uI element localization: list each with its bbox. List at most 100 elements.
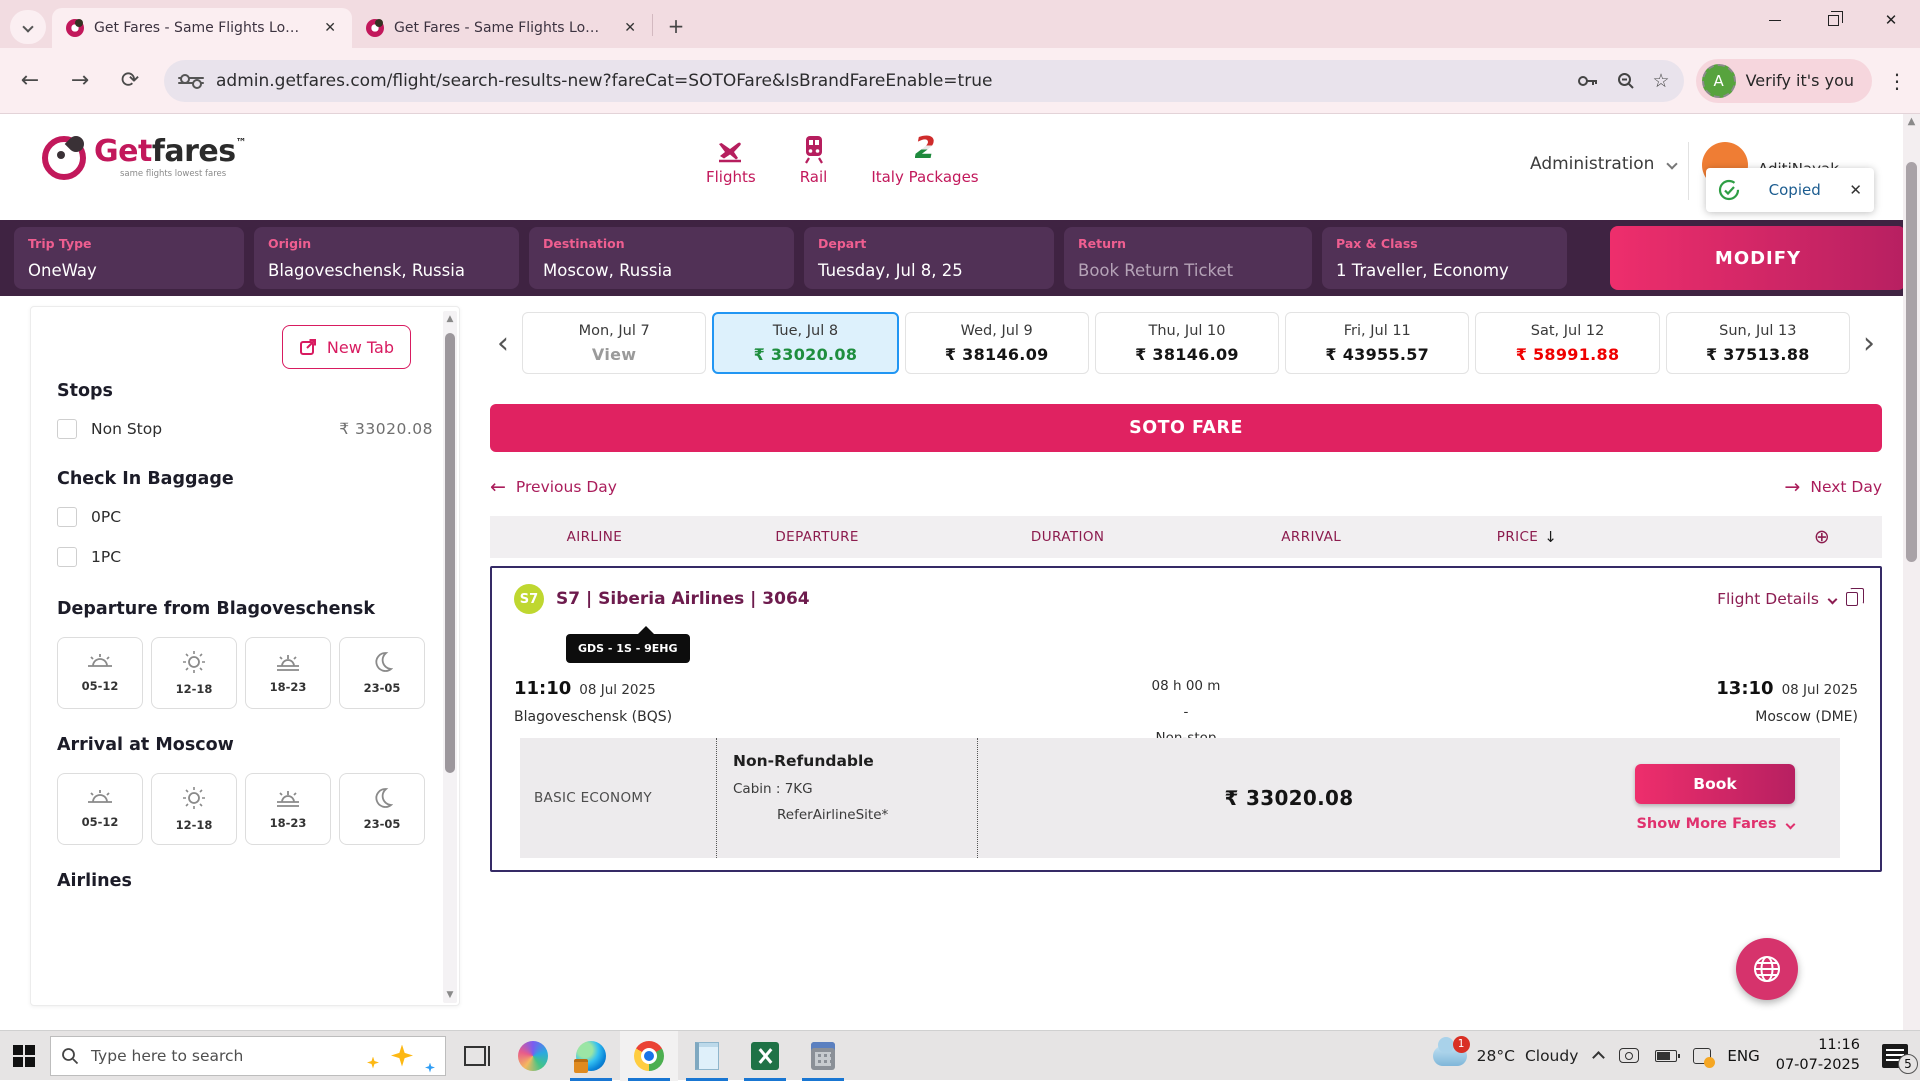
tab-search-button[interactable]: [10, 10, 46, 44]
field-destination[interactable]: Destination Moscow, Russia: [529, 227, 794, 289]
clock[interactable]: 11:16 07-07-2025: [1776, 1036, 1860, 1075]
field-pax-class[interactable]: Pax & Class 1 Traveller, Economy: [1322, 227, 1567, 289]
browser-tab-inactive[interactable]: Get Fares - Same Flights Lowest ✕: [352, 8, 652, 48]
date: 07-07-2025: [1776, 1056, 1860, 1076]
copy-icon[interactable]: [1846, 592, 1858, 606]
scroll-up-icon[interactable]: ▲: [443, 311, 457, 327]
date-card-sat[interactable]: Sat, Jul 12 ₹ 58991.88: [1475, 312, 1659, 374]
excel-button[interactable]: [736, 1031, 794, 1081]
scroll-up-icon[interactable]: ▲: [1903, 116, 1920, 127]
nav-item-rail[interactable]: Rail: [800, 130, 828, 186]
chevron-down-icon: [22, 21, 33, 32]
restore-button[interactable]: [1804, 0, 1862, 40]
battery-icon[interactable]: [1655, 1050, 1677, 1062]
browser-menu-button[interactable]: ⋮: [1882, 61, 1912, 101]
duration: 08 h 00 m: [971, 678, 1401, 694]
date-card-mon[interactable]: Mon, Jul 7 View: [522, 312, 706, 374]
date-card-fri[interactable]: Fri, Jul 11 ₹ 43955.57: [1285, 312, 1469, 374]
language-indicator[interactable]: ENG: [1727, 1047, 1759, 1065]
notepad-button[interactable]: [678, 1031, 736, 1081]
address-bar[interactable]: admin.getfares.com/flight/search-results…: [164, 60, 1684, 102]
url-text[interactable]: admin.getfares.com/flight/search-results…: [216, 71, 1559, 91]
forward-button[interactable]: →: [60, 61, 100, 101]
sidebar-scrollbar[interactable]: ▲ ▼: [443, 311, 457, 1003]
windows-taskbar: Type here to search 1 28°C Cloudy ENG 11…: [0, 1030, 1920, 1080]
sunset-icon: [274, 652, 302, 672]
slot-night[interactable]: 23-05: [339, 773, 425, 845]
sync-alert-icon[interactable]: [1693, 1048, 1711, 1064]
back-button[interactable]: ←: [10, 61, 50, 101]
checkbox[interactable]: [57, 507, 77, 527]
col-price-sort[interactable]: PRICE ↓: [1423, 528, 1632, 546]
scroll-down-icon[interactable]: ▼: [443, 987, 457, 1003]
reload-button[interactable]: ⟳: [110, 61, 150, 101]
add-column-icon[interactable]: ⊕: [1762, 526, 1882, 548]
notification-badge: 5: [1898, 1054, 1918, 1074]
edge-icon: [576, 1041, 606, 1071]
nav-item-flights[interactable]: Flights: [706, 130, 756, 186]
close-window-button[interactable]: ✕: [1862, 0, 1920, 40]
tab-divider: [652, 14, 653, 36]
show-more-fares-link[interactable]: Show More Fares: [1636, 816, 1793, 832]
slot-afternoon[interactable]: 12-18: [151, 637, 237, 709]
checkbox[interactable]: [57, 547, 77, 567]
start-button[interactable]: [0, 1031, 48, 1081]
notification-center-button[interactable]: 5: [1882, 1044, 1908, 1068]
verify-profile-button[interactable]: A Verify it's you: [1696, 59, 1872, 103]
tab-close-icon[interactable]: ✕: [320, 18, 340, 38]
new-tab-button[interactable]: +: [661, 11, 691, 41]
slot-morning[interactable]: 05-12: [57, 637, 143, 709]
field-trip-type[interactable]: Trip Type OneWay: [14, 227, 244, 289]
field-return[interactable]: Return Book Return Ticket: [1064, 227, 1312, 289]
edge-button[interactable]: [562, 1031, 620, 1081]
scrollbar-thumb[interactable]: [1906, 162, 1917, 562]
getfares-logo[interactable]: Getfares™ same flights lowest fares: [42, 136, 246, 180]
option-label: 1PC: [91, 548, 121, 566]
previous-day-link[interactable]: ← Previous Day: [490, 476, 617, 498]
new-tab-open-button[interactable]: New Tab: [282, 325, 411, 369]
minimize-button[interactable]: [1746, 0, 1804, 40]
modify-button[interactable]: MODIFY: [1610, 226, 1906, 290]
tray-expand-icon[interactable]: [1593, 1051, 1606, 1064]
date-card-sun[interactable]: Sun, Jul 13 ₹ 37513.88: [1666, 312, 1850, 374]
flight-details-toggle[interactable]: Flight Details: [1717, 590, 1858, 608]
date-card-thu[interactable]: Thu, Jul 10 ₹ 38146.09: [1095, 312, 1279, 374]
book-button[interactable]: Book: [1635, 764, 1795, 804]
date-card-wed[interactable]: Wed, Jul 9 ₹ 38146.09: [905, 312, 1089, 374]
task-view-button[interactable]: [446, 1031, 504, 1081]
field-origin[interactable]: Origin Blagoveschensk, Russia: [254, 227, 519, 289]
checkbox[interactable]: [57, 419, 77, 439]
weather-widget[interactable]: 1 28°C Cloudy: [1433, 1046, 1579, 1066]
toast-close-icon[interactable]: ✕: [1849, 181, 1862, 199]
sparkle-icon: [391, 1045, 413, 1067]
language-globe-button[interactable]: [1736, 938, 1798, 1000]
tab-close-icon[interactable]: ✕: [620, 18, 640, 38]
nav-item-italy-packages[interactable]: 2 Italy Packages: [871, 130, 978, 186]
carousel-next-icon[interactable]: ›: [1856, 313, 1882, 373]
slot-night[interactable]: 23-05: [339, 637, 425, 709]
next-day-link[interactable]: → Next Day: [1784, 476, 1882, 498]
scrollbar-thumb[interactable]: [445, 333, 455, 773]
field-depart[interactable]: Depart Tuesday, Jul 8, 25: [804, 227, 1054, 289]
password-key-icon[interactable]: [1577, 74, 1599, 88]
administration-dropdown[interactable]: Administration: [1530, 154, 1676, 174]
slot-morning[interactable]: 05-12: [57, 773, 143, 845]
page-scrollbar[interactable]: ▲: [1903, 114, 1920, 1030]
carousel-prev-icon[interactable]: ‹: [490, 313, 516, 373]
slot-evening[interactable]: 18-23: [245, 773, 331, 845]
copilot-button[interactable]: [504, 1031, 562, 1081]
calculator-button[interactable]: [794, 1031, 852, 1081]
slot-afternoon[interactable]: 12-18: [151, 773, 237, 845]
site-header: Getfares™ same flights lowest fares Flig…: [0, 114, 1920, 220]
date-card-tue-selected[interactable]: Tue, Jul 8 ₹ 33020.08: [712, 312, 898, 374]
chrome-button[interactable]: [620, 1031, 678, 1081]
soto-fare-banner: SOTO FARE: [490, 404, 1882, 452]
zoom-out-icon[interactable]: [1617, 72, 1635, 90]
site-settings-icon[interactable]: [178, 68, 204, 94]
slot-evening[interactable]: 18-23: [245, 637, 331, 709]
arrow-right-icon: →: [1784, 476, 1800, 498]
bookmark-star-icon[interactable]: ☆: [1653, 70, 1670, 92]
camera-icon[interactable]: [1619, 1048, 1639, 1063]
taskbar-search-box[interactable]: Type here to search: [50, 1036, 446, 1076]
browser-tab-active[interactable]: Get Fares - Same Flights Lowest ✕: [52, 8, 352, 48]
